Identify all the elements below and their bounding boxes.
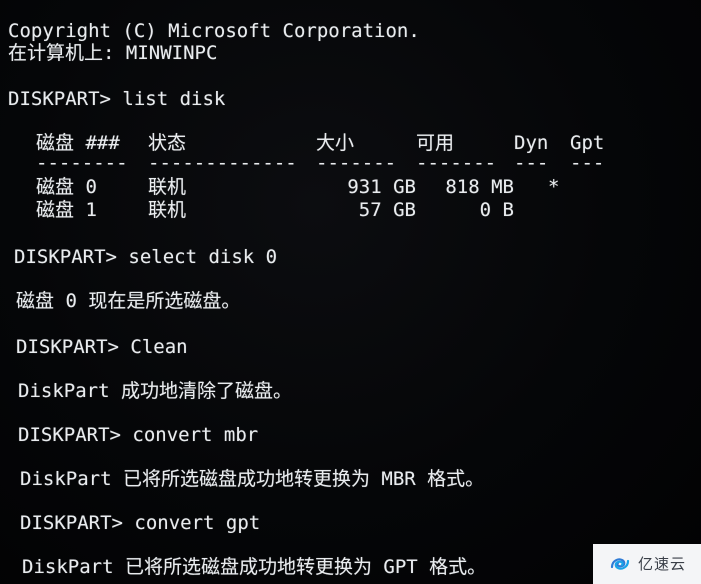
disk-size-cell: 57 GB (358, 199, 416, 221)
column-header-status: 状态 (148, 132, 187, 154)
separator-status: ------------- (148, 152, 297, 174)
disk-free-cell: 818 MB (445, 176, 514, 198)
column-header-size: 大小 (316, 132, 355, 154)
terminal-window: Copyright (C) Microsoft Corporation. 在计算… (0, 0, 701, 584)
disk-id-cell: 磁盘 1 (36, 199, 97, 221)
separator-size: ------- (316, 152, 397, 174)
column-header-disk: 磁盘 ### (36, 132, 120, 154)
column-header-free: 可用 (416, 132, 455, 154)
disk-status-cell: 联机 (148, 176, 187, 198)
disk-gpt-cell: * (548, 176, 560, 198)
computer-name-line: 在计算机上: MINWINPC (8, 42, 218, 64)
separator-free: ------- (416, 152, 497, 174)
disk-status-cell: 联机 (148, 199, 187, 221)
command-list-disk: DISKPART> list disk (8, 88, 226, 110)
yisu-cloud-logo-icon (610, 558, 630, 570)
message-convert-gpt: DiskPart 已将所选磁盘成功地转更换为 GPT 格式。 (22, 556, 487, 578)
separator-gpt: --- (570, 152, 605, 174)
message-clean: DiskPart 成功地清除了磁盘。 (18, 380, 292, 402)
disk-size-cell: 931 GB (347, 176, 416, 198)
command-clean: DISKPART> Clean (16, 336, 188, 358)
separator-dyn: --- (514, 152, 549, 174)
message-select-disk: 磁盘 0 现在是所选磁盘。 (16, 290, 241, 312)
watermark: 亿速云 (593, 544, 701, 584)
disk-free-cell: 0 B (479, 199, 514, 221)
command-convert-gpt: DISKPART> convert gpt (20, 512, 261, 534)
disk-id-cell: 磁盘 0 (36, 176, 97, 198)
separator-disk: -------- (36, 152, 128, 174)
watermark-text: 亿速云 (637, 555, 686, 573)
command-select-disk: DISKPART> select disk 0 (14, 246, 278, 268)
column-header-gpt: Gpt (570, 132, 605, 154)
column-header-dyn: Dyn (514, 132, 549, 154)
copyright-line: Copyright (C) Microsoft Corporation. (8, 20, 420, 42)
command-convert-mbr: DISKPART> convert mbr (18, 424, 259, 446)
message-convert-mbr: DiskPart 已将所选磁盘成功地转更换为 MBR 格式。 (20, 468, 485, 490)
